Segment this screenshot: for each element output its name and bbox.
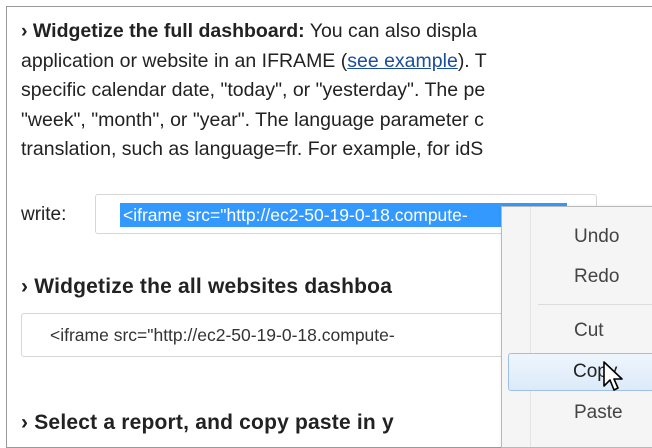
all-websites-embed-code-field[interactable]: <iframe src="http://ec2-50-19-0-18.compu… — [21, 313, 523, 357]
paragraph-text: translation, such as language=fr. For ex… — [21, 138, 484, 160]
paragraph-text: application or website in an IFRAME ( — [21, 49, 348, 72]
section-heading-all-websites: › Widgetize the all websites dashboa — [21, 275, 393, 298]
menu-item-copy[interactable]: Copy — [508, 353, 652, 391]
paragraph-text: specific calendar date, "today", or "yes… — [21, 79, 486, 101]
widgetize-dashboard-paragraph: › Widgetize the full dashboard: You can … — [21, 17, 652, 165]
paragraph-text: "week", "month", or "year". The language… — [21, 108, 484, 131]
section-heading-select-report: › Select a report, and copy paste in y — [21, 411, 394, 434]
menu-item-cut[interactable]: Cut — [510, 313, 652, 349]
menu-item-redo[interactable]: Redo — [510, 259, 652, 295]
see-example-link[interactable]: see example — [347, 50, 458, 72]
menu-item-undo[interactable]: Undo — [510, 219, 652, 255]
paragraph-text: ). T — [457, 49, 487, 72]
selected-embed-code[interactable]: <iframe src="http://ec2-50-19-0-18.compu… — [120, 203, 567, 227]
context-menu: Undo Redo Cut Copy Paste — [501, 206, 652, 448]
menu-separator — [538, 304, 652, 305]
section-heading-inline: › Widgetize the full dashboard: — [21, 20, 305, 42]
paragraph-text: You can also displa — [304, 20, 478, 42]
write-label: write: — [21, 204, 67, 225]
menu-item-paste[interactable]: Paste — [510, 395, 652, 431]
arrow-cursor-icon — [603, 361, 623, 391]
embed-code-text: <iframe src="http://ec2-50-19-0-18.compu… — [50, 325, 395, 345]
